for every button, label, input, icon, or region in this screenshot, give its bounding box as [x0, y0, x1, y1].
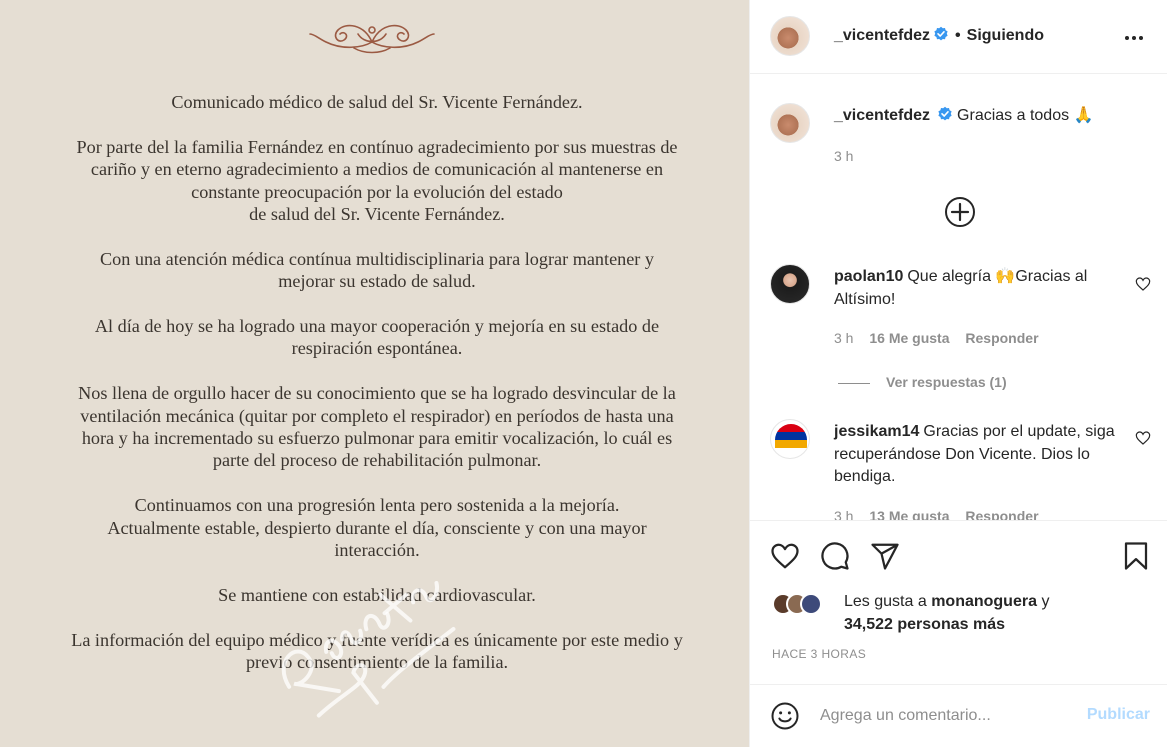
verified-icon	[934, 26, 948, 41]
publish-button[interactable]: Publicar	[1087, 706, 1150, 724]
header-user-line: _vicentefdez • Siguiendo	[834, 26, 1044, 45]
caption-avatar[interactable]	[770, 103, 810, 143]
comment-like-icon[interactable]	[1135, 430, 1151, 446]
liked-by-user[interactable]: monanoguera	[931, 593, 1037, 610]
caption-text: _vicentefdez Gracias a todos 🙏	[834, 105, 1124, 128]
comment-meta: 3 h 13 Me gusta Responder	[834, 508, 1051, 520]
statement-paragraph: Con una atención médica contínua multidi…	[99, 248, 655, 292]
share-icon[interactable]	[870, 541, 900, 571]
reply-button[interactable]: Responder	[965, 508, 1038, 520]
author-username[interactable]: _vicentefdez	[834, 27, 930, 44]
comment-likes[interactable]: 16 Me gusta	[869, 330, 949, 346]
post-panel: _vicentefdez • Siguiendo _vicentefdez Gra…	[749, 0, 1167, 747]
more-options-icon[interactable]	[1124, 28, 1144, 48]
likes-count[interactable]: 34,522 personas más	[844, 616, 1005, 633]
liker-avatars[interactable]	[772, 593, 836, 615]
following-button[interactable]: Siguiendo	[967, 27, 1044, 44]
caption-meta: 3 h	[834, 148, 865, 164]
comment-like-icon[interactable]	[1135, 276, 1151, 292]
statement-paragraph: Nos llena de orgullo hacer de su conocim…	[78, 383, 676, 471]
liker-avatar	[800, 593, 822, 615]
emoji-icon[interactable]	[770, 701, 800, 731]
comment-username[interactable]: paolan10	[834, 268, 903, 285]
comment-text: paolan10 Que alegría 🙌Gracias al Altísimo…	[834, 266, 1124, 311]
add-circle-icon[interactable]	[944, 196, 976, 228]
add-comment-bar: Publicar	[750, 684, 1167, 747]
signature-watermark	[281, 580, 456, 718]
statement-paragraph: Por parte del la familia Fernández en co…	[76, 136, 678, 225]
post-image[interactable]: Comunicado médico de salud del Sr. Vicen…	[0, 0, 749, 747]
flag-image	[775, 424, 807, 448]
verified-icon	[938, 106, 952, 121]
comment-time[interactable]: 3 h	[834, 330, 853, 346]
bookmark-icon[interactable]	[1121, 541, 1151, 571]
post-header: _vicentefdez • Siguiendo	[750, 0, 1167, 74]
likes-text: Les gusta a monanoguera y 34,522 persona…	[844, 591, 1144, 636]
ornament-icon	[309, 24, 435, 54]
replies-line	[838, 382, 870, 384]
post-actions: Les gusta a monanoguera y 34,522 persona…	[750, 520, 1167, 680]
comments-section[interactable]: _vicentefdez Gracias a todos 🙏 3 h paola…	[750, 75, 1167, 520]
commenter-avatar[interactable]	[770, 264, 810, 304]
statement-paragraph: Comunicado médico de salud del Sr. Vicen…	[171, 92, 583, 112]
post-timestamp[interactable]: HACE 3 HORAS	[772, 647, 866, 661]
reply-button[interactable]: Responder	[965, 330, 1038, 346]
statement-paragraph: Al día de hoy se ha logrado una mayor co…	[94, 316, 660, 359]
author-avatar[interactable]	[770, 16, 810, 56]
caption-body: Gracias a todos 🙏	[957, 107, 1094, 124]
caption-time[interactable]: 3 h	[834, 148, 853, 164]
view-replies-label: Ver respuestas (1)	[886, 374, 1007, 390]
commenter-avatar[interactable]	[770, 419, 810, 459]
comment-meta: 3 h 16 Me gusta Responder	[834, 330, 1051, 346]
view-replies-button[interactable]: Ver respuestas (1)	[838, 374, 1007, 390]
caption-username[interactable]: _vicentefdez	[834, 107, 930, 124]
comment-input[interactable]	[820, 703, 1070, 729]
comment-text: jessikam14 Gracias por el update, siga re…	[834, 421, 1124, 489]
likes-prefix: Les gusta a	[844, 593, 927, 610]
separator-dot: •	[955, 27, 961, 44]
comment-likes[interactable]: 13 Me gusta	[869, 508, 949, 520]
comment-time[interactable]: 3 h	[834, 508, 853, 520]
comment-username[interactable]: jessikam14	[834, 423, 919, 440]
comment-icon[interactable]	[820, 541, 850, 571]
heart-icon[interactable]	[770, 541, 800, 571]
likes-connector: y	[1041, 593, 1050, 610]
